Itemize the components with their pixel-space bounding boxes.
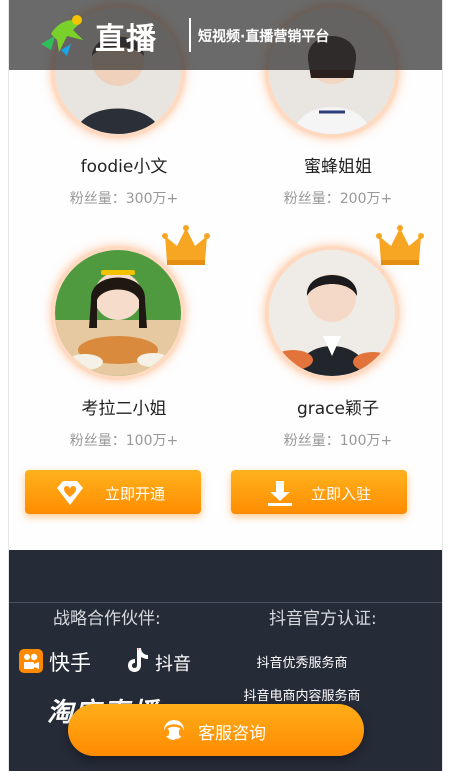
partner-kuaishou: 快手 (49, 651, 91, 675)
headset-icon (164, 720, 184, 741)
influencer-name: 考拉二小姐 (81, 399, 167, 419)
influencer-fans: 粉丝量：300万+ (69, 191, 179, 207)
join-now-label: 立即入驻 (311, 485, 372, 503)
certification-title: 抖音官方认证: (269, 609, 377, 629)
join-now-button[interactable]: 立即入驻 (231, 470, 407, 514)
header-subtitle: 短视频·直播营销平台 (198, 29, 330, 45)
influencer-fans: 粉丝量：200万+ (283, 191, 393, 207)
certification-item: 抖音电商内容服务商 (243, 689, 361, 704)
open-now-label: 立即开通 (105, 485, 166, 503)
crown-icon (162, 225, 210, 265)
diamond-heart-icon (57, 481, 83, 505)
header-bar: 直播 短视频·直播营销平台 (9, 0, 442, 70)
influencer-fans: 粉丝量：100万+ (69, 433, 179, 449)
certification-item: 抖音优秀服务商 (256, 656, 348, 671)
logo-title: 直播 (95, 22, 157, 57)
footer-divider (9, 602, 442, 603)
partners-title: 战略合作伙伴: (53, 609, 161, 629)
customer-service-button[interactable]: 客服咨询 (68, 704, 364, 756)
page: 直播 短视频·直播营销平台 foodie小文 粉丝量：300万+ 蜜蜂姐姐 粉丝… (8, 0, 443, 771)
partner-douyin: 抖音 (155, 654, 191, 675)
open-now-button[interactable]: 立即开通 (25, 470, 201, 514)
logo-divider (189, 18, 191, 52)
crown-icon (376, 225, 424, 265)
logo-figure-icon (41, 15, 83, 56)
influencer-name: foodie小文 (80, 157, 168, 177)
influencer-fans: 粉丝量：100万+ (283, 433, 393, 449)
customer-service-label: 客服咨询 (198, 724, 266, 744)
influencer-name: grace颖子 (296, 399, 379, 419)
download-icon (268, 481, 292, 506)
influencer-name: 蜜蜂姐姐 (304, 157, 372, 177)
kuaishou-logo-icon (19, 649, 43, 673)
douyin-logo-icon (128, 648, 148, 672)
